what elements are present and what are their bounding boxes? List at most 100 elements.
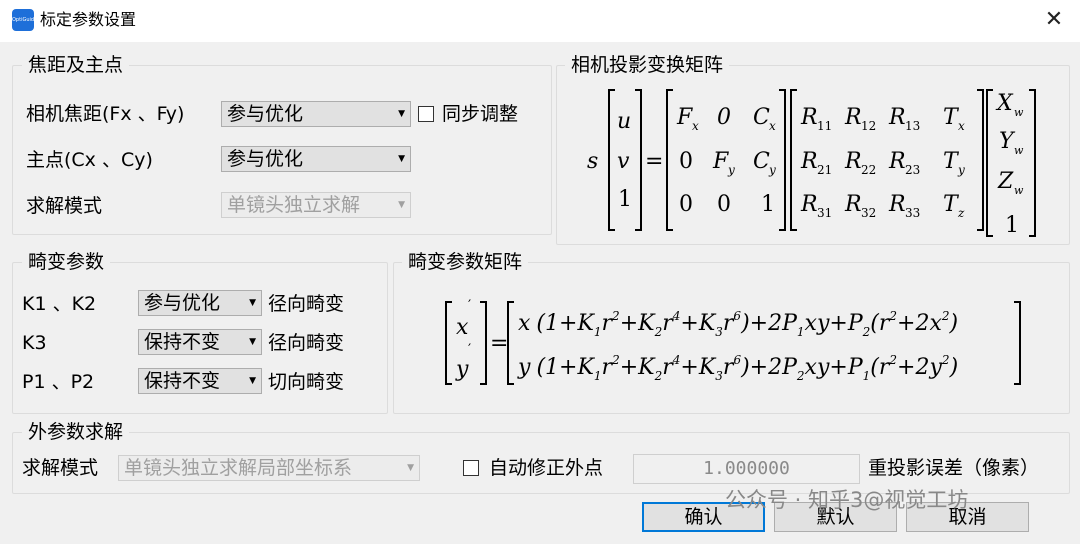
principal-select[interactable]: 参与优化 ▼ [221, 146, 411, 172]
dropdown-arrow-icon: ▼ [398, 154, 405, 164]
watermark: 公众号 · 知乎3@视觉工坊 [725, 488, 969, 512]
world-y-sub: w [1014, 144, 1024, 157]
world-z-sub: w [1014, 184, 1024, 197]
lhs-1: 1 [618, 187, 632, 212]
extrinsic-solve-value: 单镜头独立求解局部坐标系 [124, 457, 353, 479]
world-1: 1 [1005, 213, 1019, 238]
lhs-y: y [455, 357, 469, 382]
r-23: R [888, 149, 906, 174]
focal-select-value: 参与优化 [227, 103, 304, 125]
scale-s: s [587, 149, 598, 174]
k-fy-sub: y [727, 163, 735, 177]
world-x: X [995, 91, 1014, 116]
p1p2-select-value: 保持不变 [144, 370, 221, 392]
dropdown-arrow-icon: ▼ [249, 298, 256, 308]
sync-checkbox[interactable] [418, 106, 434, 122]
intrinsic-group-label: 焦距及主点 [22, 54, 130, 76]
intrinsic-solve-value: 单镜头独立求解 [227, 194, 361, 216]
distortion-group-label: 畸变参数 [22, 251, 111, 273]
r-12: R [844, 105, 862, 130]
extrinsic-group-label: 外参数求解 [22, 421, 130, 443]
k3-select[interactable]: 保持不变 ▼ [138, 329, 262, 355]
r-13: R [888, 105, 906, 130]
r-33-sub: 33 [905, 206, 920, 220]
dropdown-arrow-icon: ▼ [407, 463, 414, 473]
r-32-sub: 32 [861, 206, 876, 220]
k-fx-sub: x [692, 119, 699, 133]
k-00: 0 [717, 105, 731, 130]
dropdown-arrow-icon: ▼ [398, 109, 405, 119]
r-32: R [844, 192, 862, 217]
k1k2-select[interactable]: 参与优化 ▼ [138, 290, 262, 316]
k-cx: C [753, 105, 770, 130]
focal-label: 相机焦距(Fx 、Fy) [26, 103, 185, 125]
k3-label: K3 [22, 332, 47, 354]
lhs-x-prime: ′ [468, 298, 471, 314]
k-22: 1 [761, 192, 775, 217]
app-icon: OptiGuide [12, 9, 37, 31]
distortion-matrix-group-label: 畸变参数矩阵 [402, 251, 529, 273]
r-21: R [800, 149, 818, 174]
r-13-sub: 13 [905, 119, 920, 133]
world-z: Z [997, 169, 1014, 194]
k1k2-desc: 径向畸变 [268, 293, 345, 315]
intrinsic-solve-select[interactable]: 单镜头独立求解 ▼ [221, 192, 411, 218]
focal-select[interactable]: 参与优化 ▼ [221, 101, 411, 127]
title-bar [0, 0, 1080, 42]
lhs-u: u [617, 109, 631, 134]
principal-label: 主点(Cx 、Cy) [26, 149, 153, 171]
auto-correct-label: 自动修正外点 [489, 457, 604, 479]
svg-text:y(1+K1r2+K2r4+K3r6)+2P2xy+P1(r: y (1+K1r2+K2r4+K3r6)+2P2xy+P1(r2+2y2) [517, 353, 958, 383]
lhs-y-prime: ′ [468, 342, 471, 358]
k3-desc: 径向畸变 [268, 332, 345, 354]
dropdown-arrow-icon: ▼ [398, 200, 405, 210]
svg-text:x(1+K1r2+K2r4+K3r6)+2P1xy+P2(r: x (1+K1r2+K2r4+K3r6)+2P1xy+P2(r2+2x2) [518, 309, 958, 339]
reproj-label: 重投影误差（像素） [868, 457, 1040, 479]
formula-row-1: x (1+K1r2+K2r4+K3r6)+2P1xy+P2(r2+2x2) [518, 309, 958, 339]
intrinsic-solve-label: 求解模式 [26, 195, 103, 217]
r-21-sub: 21 [817, 163, 832, 177]
k-10: 0 [679, 149, 693, 174]
dist-eq: = [490, 331, 508, 356]
r-23-sub: 23 [905, 163, 920, 177]
proj-eq: = [645, 149, 663, 174]
k3-select-value: 保持不变 [144, 331, 221, 353]
r-12-sub: 12 [861, 119, 876, 133]
lhs-x: x [456, 315, 469, 340]
r-33: R [888, 192, 906, 217]
dropdown-arrow-icon: ▼ [249, 337, 256, 347]
projection-matrix-formula: s u v 1 = F x 0 C x 0 F y C y 0 0 1 R 11… [587, 89, 1036, 238]
close-icon[interactable]: ✕ [1040, 6, 1068, 34]
k1k2-select-value: 参与优化 [144, 292, 221, 314]
k-21: 0 [717, 192, 731, 217]
k-cx-sub: x [769, 119, 776, 133]
k-cy-sub: y [768, 163, 776, 177]
r-31-sub: 31 [817, 206, 832, 220]
r-22-sub: 22 [861, 163, 876, 177]
r-11: R [800, 105, 818, 130]
extrinsic-solve-label: 求解模式 [22, 457, 99, 479]
distortion-matrix-formula: x ′ y ′ = x (1+K1r2+K2r4+K3r6)+2P1xy+P2(r… [445, 298, 1021, 385]
principal-select-value: 参与优化 [227, 148, 304, 170]
p1p2-desc: 切向畸变 [268, 371, 345, 393]
auto-correct-checkbox[interactable] [463, 460, 479, 476]
k-cy: C [753, 149, 770, 174]
t-z-sub: z [957, 206, 965, 220]
window-title: 标定参数设置 [40, 10, 137, 29]
lhs-v: v [617, 149, 630, 174]
r-31: R [800, 192, 818, 217]
k-fx: F [676, 105, 693, 130]
r-22: R [844, 149, 862, 174]
p1p2-label: P1 、P2 [22, 371, 95, 393]
k-fy: F [712, 149, 729, 174]
formula-row-2: y (1+K1r2+K2r4+K3r6)+2P2xy+P1(r2+2y2) [517, 353, 958, 383]
t-x-sub: x [958, 119, 965, 133]
dropdown-arrow-icon: ▼ [249, 376, 256, 386]
extrinsic-solve-select[interactable]: 单镜头独立求解局部坐标系 ▼ [118, 455, 420, 481]
world-x-sub: w [1014, 106, 1024, 119]
threshold-input[interactable]: 1.000000 [633, 454, 860, 484]
t-y-sub: y [957, 163, 965, 177]
p1p2-select[interactable]: 保持不变 ▼ [138, 368, 262, 394]
r-11-sub: 11 [817, 119, 832, 133]
k1k2-label: K1 、K2 [22, 293, 97, 315]
